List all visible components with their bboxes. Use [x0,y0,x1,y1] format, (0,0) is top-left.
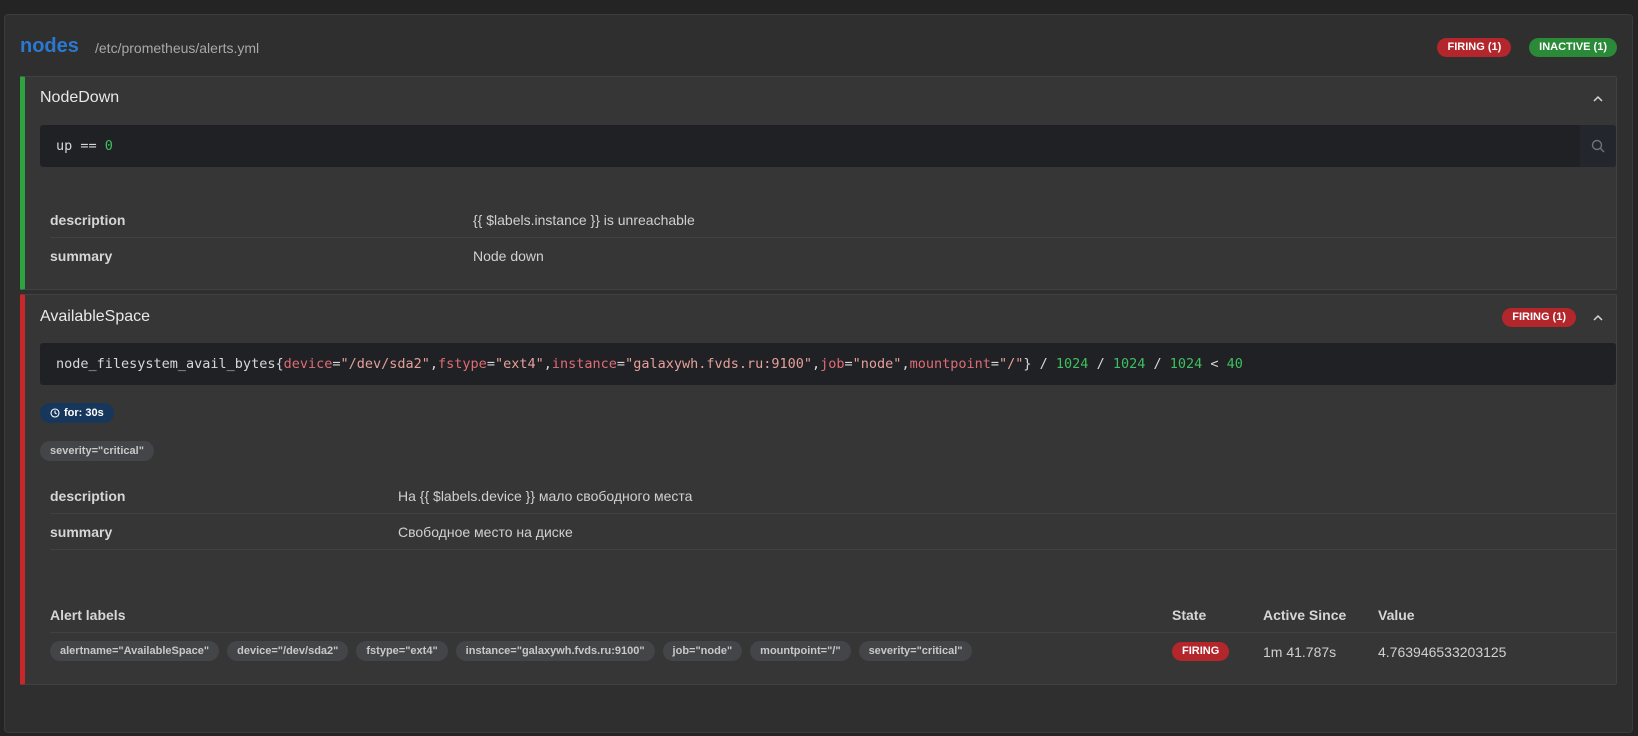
alert-value: 4.763946533203125 [1378,644,1507,660]
label-pill: instance="galaxywh.fvds.ru:9100" [455,641,655,661]
rule-expression[interactable]: node_filesystem_avail_bytes{device="/dev… [40,343,1616,385]
label-pill: fstype="ext4" [356,641,448,661]
expr-token: = [486,356,495,372]
expr-token: } / [1023,356,1056,372]
annotation-key: summary [50,524,113,540]
annotation-key: description [50,488,126,504]
expr-token: 1024 [1055,356,1089,372]
expr-token: mountpoint [909,356,991,372]
rule-group-panel: nodes /etc/prometheus/alerts.yml FIRING … [4,14,1633,733]
annotation-row: description На {{ $labels.device }} мало… [50,478,1616,514]
annotation-value: {{ $labels.instance }} is unreachable [473,212,695,228]
explain-expression-button[interactable] [1580,125,1616,167]
expr-token: < [1202,356,1227,372]
rule-firing-badge: FIRING (1) [1502,308,1576,327]
alert-active-since: 1m 41.787s [1263,644,1337,660]
expr-token: 40 [1226,356,1243,372]
expr-token: , [901,356,910,372]
for-duration-badge: for: 30s [40,403,114,423]
expr-token: / [1145,356,1170,372]
label-pill: job="node" [662,641,743,661]
expr-token: fstype [438,356,487,372]
column-header-value: Value [1378,607,1415,623]
expr-token: = [990,356,1000,372]
label-pill: severity="critical" [40,441,154,461]
column-header-active-since: Active Since [1263,607,1347,623]
annotation-row: description {{ $labels.instance }} is un… [50,202,1616,238]
expression-code: up == 0 [56,138,113,154]
expr-token: = [616,356,626,372]
label-pill: mountpoint="/" [750,641,851,661]
expr-token: node_filesystem_avail_bytes{ [56,356,284,372]
annotation-key: description [50,212,126,228]
expr-token: job [820,356,845,372]
expr-token: up == [56,138,105,154]
group-state-badges: FIRING (1) INACTIVE (1) [1423,37,1617,57]
expression-code: node_filesystem_avail_bytes{device="/dev… [56,356,1243,372]
expr-token: instance [551,356,617,372]
annotation-key: summary [50,248,113,264]
expr-token: / [1088,356,1113,372]
chevron-up-icon[interactable] [1592,312,1604,324]
expr-token: "/dev/sda2" [340,356,430,372]
group-name[interactable]: nodes [20,35,79,58]
for-duration-text: for: 30s [64,407,104,419]
column-header-state: State [1172,607,1207,623]
label-pill: severity="critical" [858,641,973,661]
chevron-up-icon[interactable] [1592,93,1604,105]
rule-group-header: nodes /etc/prometheus/alerts.yml FIRING … [20,35,1617,61]
group-file-path: /etc/prometheus/alerts.yml [95,40,260,56]
inactive-count-badge: INACTIVE (1) [1529,38,1617,57]
annotation-value: На {{ $labels.device }} мало свободного … [398,488,693,504]
clock-icon [50,408,60,418]
expr-token: 0 [104,138,113,154]
expr-token: device [283,356,333,372]
expr-token: , [543,356,552,372]
expr-token: , [812,356,821,372]
expr-token: "ext4" [494,356,544,372]
label-pill: device="/dev/sda2" [227,641,349,661]
expr-token: = [332,356,341,372]
alerts-table-header: Alert labels State Active Since Value [50,597,1616,633]
annotation-row: summary Свободное место на диске [50,514,1616,550]
expr-token: 1024 [1112,356,1146,372]
annotation-row: summary Node down [50,238,1616,274]
alert-labels: alertname="AvailableSpace" device="/dev/s… [50,641,980,661]
label-pill: alertname="AvailableSpace" [50,641,220,661]
expr-token: "/" [999,356,1024,372]
expr-token: , [429,356,439,372]
expr-token: = [844,356,853,372]
annotation-value: Node down [473,248,544,264]
rule-title[interactable]: NodeDown [40,89,119,107]
firing-count-badge: FIRING (1) [1437,38,1512,57]
rule-labels: severity="critical" [40,441,154,461]
table-row: alertname="AvailableSpace" device="/dev/s… [50,634,1616,670]
alert-state-badge: FIRING [1172,642,1230,661]
rule-expression[interactable]: up == 0 [40,125,1616,167]
expr-token: "node" [852,356,902,372]
annotation-value: Свободное место на диске [398,524,573,540]
rule-card-nodedown: NodeDown up == 0 description {{ $labels.… [20,76,1617,290]
rule-card-availablespace: AvailableSpace FIRING (1) node_filesyste… [20,294,1617,685]
expr-token: 1024 [1169,356,1203,372]
search-icon [1591,139,1605,153]
column-header-labels: Alert labels [50,607,126,623]
rule-title[interactable]: AvailableSpace [40,308,150,326]
expr-token: "galaxywh.fvds.ru:9100" [625,356,812,372]
